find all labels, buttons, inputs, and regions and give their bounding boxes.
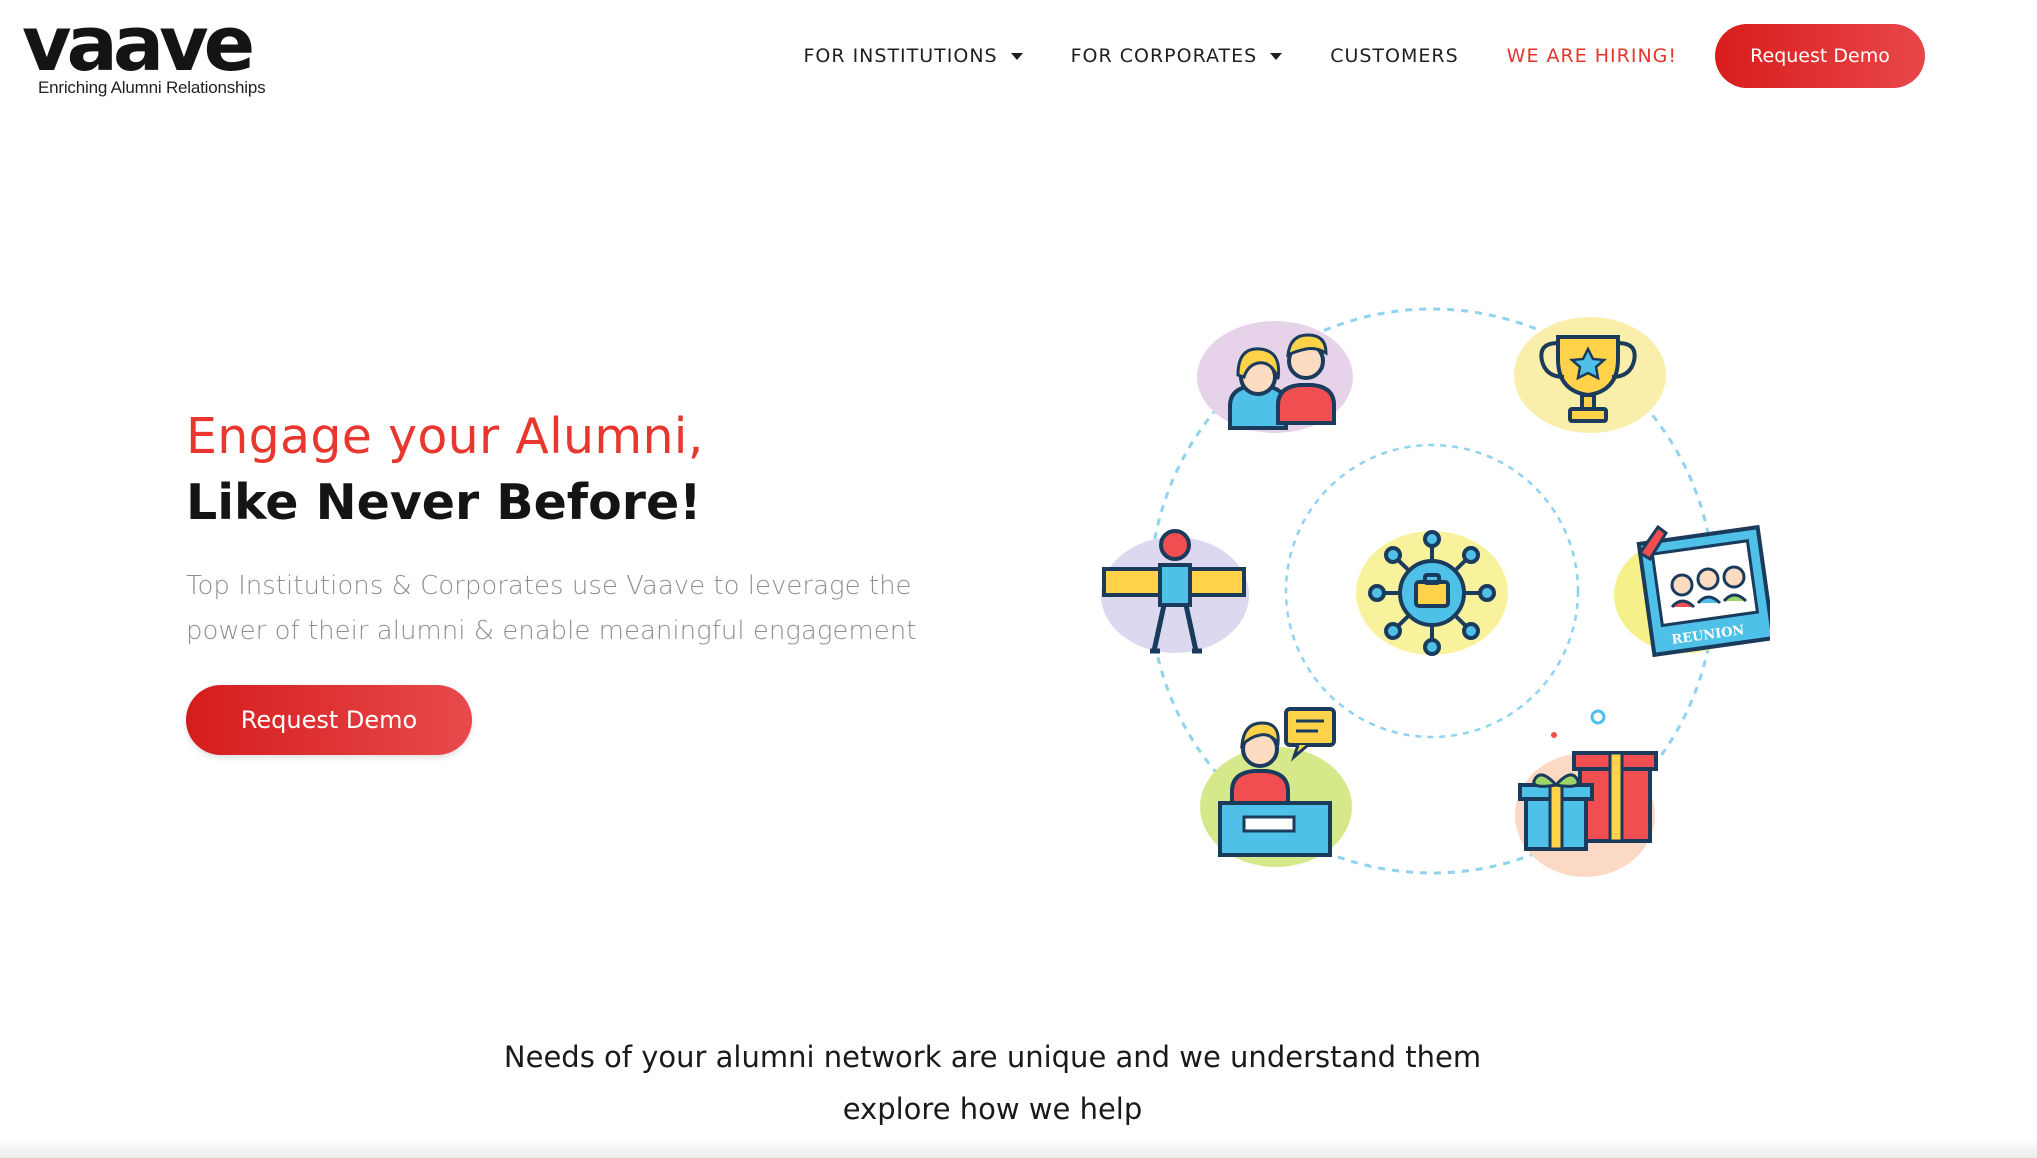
nav-item-we-are-hiring[interactable]: WE ARE HIRING! — [1507, 45, 1677, 67]
section-intro-line-2: explore how we help — [842, 1092, 1143, 1126]
jetpack-person-icon — [1101, 529, 1249, 654]
hero-illustration: REUNION — [1101, 307, 1770, 877]
gift-boxes-icon — [1515, 709, 1658, 877]
brand-tagline: Enriching Alumni Relationships — [38, 78, 266, 97]
section-intro-line-1: Needs of your alumni network are unique … — [503, 1040, 1482, 1074]
nav-item-for-corporates[interactable]: FOR CORPORATES — [1071, 45, 1283, 67]
main-nav: FOR INSTITUTIONS FOR CORPORATES CUSTOMER… — [803, 24, 1925, 88]
brand-logo[interactable]: vaave Enriching Alumni Relationships — [22, 6, 292, 104]
network-briefcase-icon — [1356, 530, 1508, 656]
trophy-icon — [1514, 317, 1666, 433]
nav-item-label: FOR CORPORATES — [1070, 45, 1258, 67]
hero-title-line-2: Like Never Before! — [186, 474, 702, 531]
hero-request-demo-button[interactable]: Request Demo — [186, 685, 472, 755]
caret-down-icon — [1270, 52, 1283, 60]
hero-subtitle: Top Institutions & Corporates use Vaave … — [186, 571, 917, 646]
alumni-couple-icon — [1197, 321, 1353, 433]
reunion-photo-icon: REUNION — [1614, 524, 1770, 658]
brand-wordmark: vaave — [22, 0, 255, 88]
nav-request-demo-button[interactable]: Request Demo — [1715, 24, 1925, 88]
page: vaave Enriching Alumni Relationships FOR… — [0, 0, 2037, 1158]
nav-item-customers[interactable]: CUSTOMERS — [1330, 45, 1458, 67]
caret-down-icon — [1010, 52, 1023, 60]
hero-title-line-1: Engage your Alumni, — [186, 408, 704, 465]
nav-item-label: CUSTOMERS — [1330, 45, 1459, 67]
nav-item-label: WE ARE HIRING! — [1506, 45, 1677, 67]
bottom-fade — [0, 1138, 2037, 1158]
nav-item-for-institutions[interactable]: FOR INSTITUTIONS — [803, 45, 1023, 67]
nav-item-label: FOR INSTITUTIONS — [803, 45, 998, 67]
mentor-desk-icon — [1200, 707, 1352, 867]
